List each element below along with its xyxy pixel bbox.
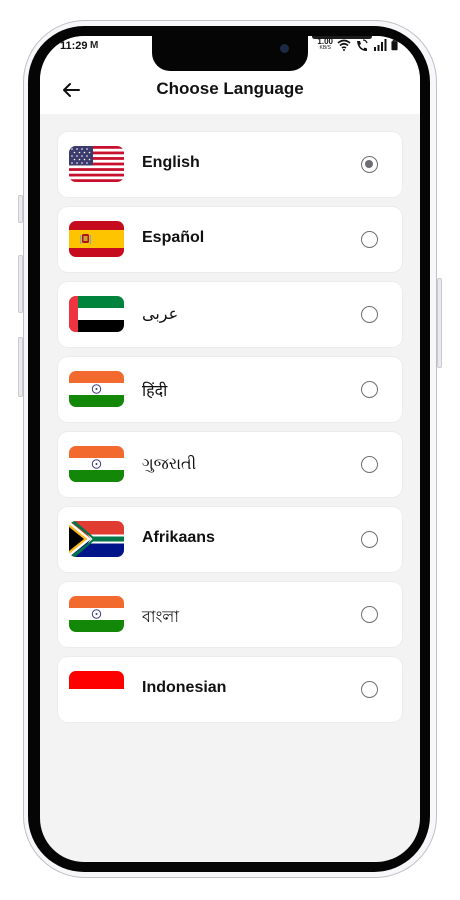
net-speed: 1.00 KB/S bbox=[317, 38, 333, 52]
indonesia-flag-icon bbox=[69, 671, 124, 707]
radio-button[interactable] bbox=[361, 531, 378, 548]
gmail-icon: M bbox=[90, 40, 99, 51]
radio-button[interactable] bbox=[361, 456, 378, 473]
language-label: বাংলা bbox=[142, 607, 179, 626]
wifi-call-icon bbox=[357, 39, 368, 51]
radio-button[interactable] bbox=[361, 231, 378, 248]
language-option-hindi[interactable]: हिंदी bbox=[58, 357, 402, 422]
battery-icon bbox=[391, 39, 398, 51]
language-label: Español bbox=[142, 229, 205, 246]
language-option-bengali[interactable]: বাংলা bbox=[58, 582, 402, 647]
language-option-english[interactable]: English bbox=[58, 132, 402, 197]
camera-notch bbox=[152, 36, 372, 71]
radio-button-selected[interactable] bbox=[361, 156, 378, 173]
uae-flag-icon bbox=[69, 296, 124, 332]
app-screen: 11:29 M 1.00 KB/S Choose Language Englis… bbox=[40, 36, 420, 862]
net-speed-unit: KB/S bbox=[319, 45, 331, 51]
language-option-indonesian[interactable]: Indonesian bbox=[58, 657, 402, 722]
status-icons: 1.00 KB/S bbox=[317, 38, 398, 52]
language-label: ગુજરાતી bbox=[142, 454, 197, 473]
language-option-afrikaans[interactable]: Afrikaans bbox=[58, 507, 402, 572]
language-label: عربى bbox=[142, 304, 179, 323]
south-africa-flag-icon bbox=[69, 521, 124, 557]
status-time: 11:29 bbox=[60, 40, 88, 52]
language-label: English bbox=[142, 154, 200, 171]
india-flag-icon bbox=[69, 446, 124, 482]
india-flag-icon bbox=[69, 371, 124, 407]
language-option-arabic[interactable]: عربى bbox=[58, 282, 402, 347]
language-label: Afrikaans bbox=[142, 529, 215, 546]
language-label: Indonesian bbox=[142, 679, 227, 696]
radio-button[interactable] bbox=[361, 606, 378, 623]
page-title: Choose Language bbox=[156, 79, 304, 98]
radio-button[interactable] bbox=[361, 381, 378, 398]
radio-button[interactable] bbox=[361, 306, 378, 323]
language-option-gujarati[interactable]: ગુજરાતી bbox=[58, 432, 402, 497]
power-button bbox=[437, 278, 442, 368]
front-camera bbox=[280, 44, 289, 53]
india-flag-icon bbox=[69, 596, 124, 632]
spain-flag-icon bbox=[69, 221, 124, 257]
us-flag-icon bbox=[69, 146, 124, 182]
wifi-icon bbox=[337, 39, 351, 51]
radio-button[interactable] bbox=[361, 681, 378, 698]
language-list: English Español عربى हिंदी ગુજરાતી Afrik… bbox=[58, 132, 402, 732]
signal-icon bbox=[374, 39, 387, 51]
language-label: हिंदी bbox=[142, 381, 168, 400]
language-option-spanish[interactable]: Español bbox=[58, 207, 402, 272]
